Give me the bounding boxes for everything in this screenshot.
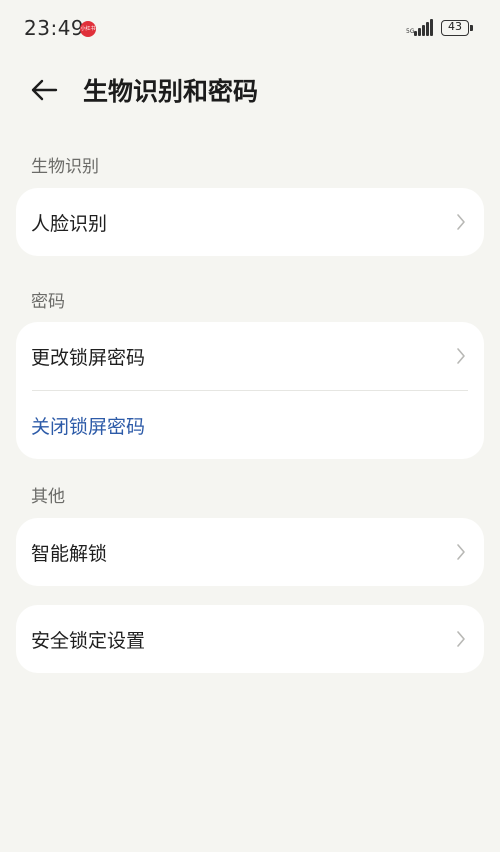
section-label-biometrics: 生物识别 [31,157,99,177]
row-label-face-recognition: 人脸识别 [31,212,108,235]
card-biometrics: 人脸识别 [16,188,484,256]
status-time: 23:49 [24,16,85,40]
battery-icon: 43 [441,20,469,36]
settings-page: 23:49 小红书 5G 43 生物识别和密码 生物识别 人脸识别 密码 更改锁… [0,0,500,852]
signal-icon [414,19,434,36]
back-arrow-icon [31,79,58,101]
chevron-right-icon [457,348,465,364]
row-face-recognition[interactable]: 人脸识别 [16,188,484,256]
chevron-right-icon [457,631,465,647]
card-security-lock: 安全锁定设置 [16,605,484,673]
section-label-password: 密码 [31,292,65,312]
back-button[interactable] [24,70,64,110]
chevron-right-icon [457,214,465,230]
row-smart-unlock[interactable]: 智能解锁 [16,518,484,586]
battery-level: 43 [448,20,462,33]
status-bar: 23:49 小红书 5G 43 [0,0,500,58]
row-disable-lock-password[interactable]: 关闭锁屏密码 [16,391,484,459]
section-label-other: 其他 [31,487,65,507]
row-change-lock-password[interactable]: 更改锁屏密码 [16,322,484,390]
row-label-smart-unlock: 智能解锁 [31,542,108,565]
card-password: 更改锁屏密码 关闭锁屏密码 [16,322,484,459]
card-other: 智能解锁 [16,518,484,586]
app-notification-badge: 小红书 [80,21,96,37]
page-title: 生物识别和密码 [83,77,259,106]
row-label-disable-lock-password: 关闭锁屏密码 [31,415,146,438]
battery-tip [470,25,473,31]
chevron-right-icon [457,544,465,560]
row-label-change-lock-password: 更改锁屏密码 [31,346,146,369]
row-label-security-lock-settings: 安全锁定设置 [31,629,146,652]
row-security-lock-settings[interactable]: 安全锁定设置 [16,605,484,673]
